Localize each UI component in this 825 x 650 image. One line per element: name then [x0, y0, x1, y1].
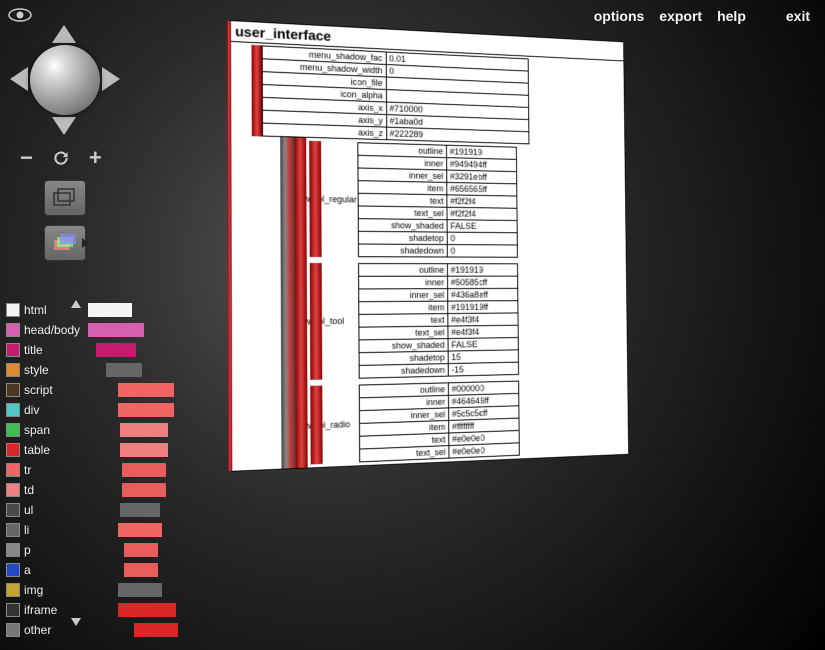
- table-row: shadetop0: [358, 231, 517, 245]
- legend-swatch: [6, 463, 20, 477]
- visibility-icon[interactable]: [8, 8, 32, 22]
- legend-label: p: [24, 543, 31, 557]
- table-row: inner#50585cff: [359, 276, 518, 289]
- legend-label: div: [24, 403, 39, 417]
- legend-label: script: [24, 383, 53, 397]
- legend-scroll-down[interactable]: [71, 618, 81, 626]
- navigation-orb[interactable]: [10, 25, 120, 135]
- legend-swatch: [6, 423, 20, 437]
- legend-swatch: [6, 483, 20, 497]
- legend-label: ul: [24, 503, 33, 517]
- legend-swatch: [6, 503, 20, 517]
- histogram-row: [88, 300, 233, 320]
- legend-label: title: [24, 343, 43, 357]
- orbit-down-icon[interactable]: [52, 117, 76, 135]
- histogram-row: [88, 500, 233, 520]
- histogram-row: [88, 540, 233, 560]
- legend-swatch: [6, 543, 20, 557]
- legend-label: li: [24, 523, 29, 537]
- legend-swatch: [6, 403, 20, 417]
- histogram-row: [88, 580, 233, 600]
- trackball[interactable]: [30, 45, 100, 115]
- zoom-out-button[interactable]: −: [20, 145, 33, 171]
- group-properties-table: outline#000000inner#464646ffinner_sel#5c…: [359, 381, 520, 463]
- histogram-row: [88, 340, 233, 360]
- legend-swatch: [6, 523, 20, 537]
- histogram-row: [88, 360, 233, 380]
- group-properties-table: outline#191919inner#50585cffinner_sel#43…: [358, 263, 519, 379]
- orbit-up-icon[interactable]: [52, 25, 76, 43]
- histogram-row: [88, 420, 233, 440]
- legend-swatch: [6, 343, 20, 357]
- legend-swatch: [6, 383, 20, 397]
- zoom-in-button[interactable]: +: [89, 145, 102, 171]
- legend-swatch: [6, 623, 20, 637]
- legend-label: table: [24, 443, 50, 457]
- histogram-row: [88, 520, 233, 540]
- histogram-row: [88, 560, 233, 580]
- histogram-row: [88, 460, 233, 480]
- orbit-right-icon[interactable]: [102, 67, 120, 91]
- reset-view-button[interactable]: [51, 148, 71, 168]
- property-group-wcol_regular: wcol_regularoutline#191919inner#949494ff…: [294, 137, 626, 260]
- legend-label: style: [24, 363, 49, 377]
- histogram-row: [88, 480, 233, 500]
- depth-histogram: [88, 300, 233, 640]
- histogram-row: [88, 600, 233, 620]
- legend-label: html: [24, 303, 47, 317]
- histogram-row: [88, 380, 233, 400]
- legend-label: img: [24, 583, 43, 597]
- page-root: user_interface menu_shadow_fac0.01menu_s…: [230, 20, 629, 472]
- property-groups: wcol_regularoutline#191919inner#949494ff…: [280, 137, 628, 469]
- legend-swatch: [6, 603, 20, 617]
- table-row: shadedown0: [358, 244, 517, 257]
- legend-swatch: [6, 583, 20, 597]
- table-row: inner_sel#436a8eff: [359, 288, 518, 301]
- property-group-wcol_tool: wcol_tooloutline#191919inner#50585cffinn…: [295, 260, 628, 383]
- orbit-left-icon[interactable]: [10, 67, 28, 91]
- histogram-row: [88, 440, 233, 460]
- legend-label: iframe: [24, 603, 57, 617]
- legend-swatch: [6, 323, 20, 337]
- table-row: shadedown-15: [359, 362, 518, 378]
- legend-swatch: [6, 563, 20, 577]
- legend-label: other: [24, 623, 51, 637]
- legend-swatch: [6, 443, 20, 457]
- mode-color-button[interactable]: [44, 225, 86, 261]
- legend-swatch: [6, 303, 20, 317]
- group-properties-table: outline#191919inner#949494ffinner_sel#32…: [357, 142, 518, 258]
- histogram-row: [88, 320, 233, 340]
- table-row: outline#191919: [359, 264, 518, 277]
- legend-label: span: [24, 423, 50, 437]
- histogram-row: [88, 620, 233, 640]
- legend-label: td: [24, 483, 34, 497]
- chevron-right-icon: [82, 238, 89, 248]
- legend-label: a: [24, 563, 31, 577]
- histogram-row: [88, 400, 233, 420]
- top-properties-table: menu_shadow_fac0.01menu_shadow_width0ico…: [262, 45, 530, 144]
- property-group-wcol_radio: wcol_radiooutline#000000inner#464646ffin…: [295, 375, 628, 468]
- legend-label: tr: [24, 463, 31, 477]
- legend-scroll-up[interactable]: [71, 300, 81, 308]
- legend-swatch: [6, 363, 20, 377]
- document-viewport[interactable]: user_interface menu_shadow_fac0.01menu_s…: [230, 20, 790, 650]
- mode-wireframe-button[interactable]: [44, 180, 86, 216]
